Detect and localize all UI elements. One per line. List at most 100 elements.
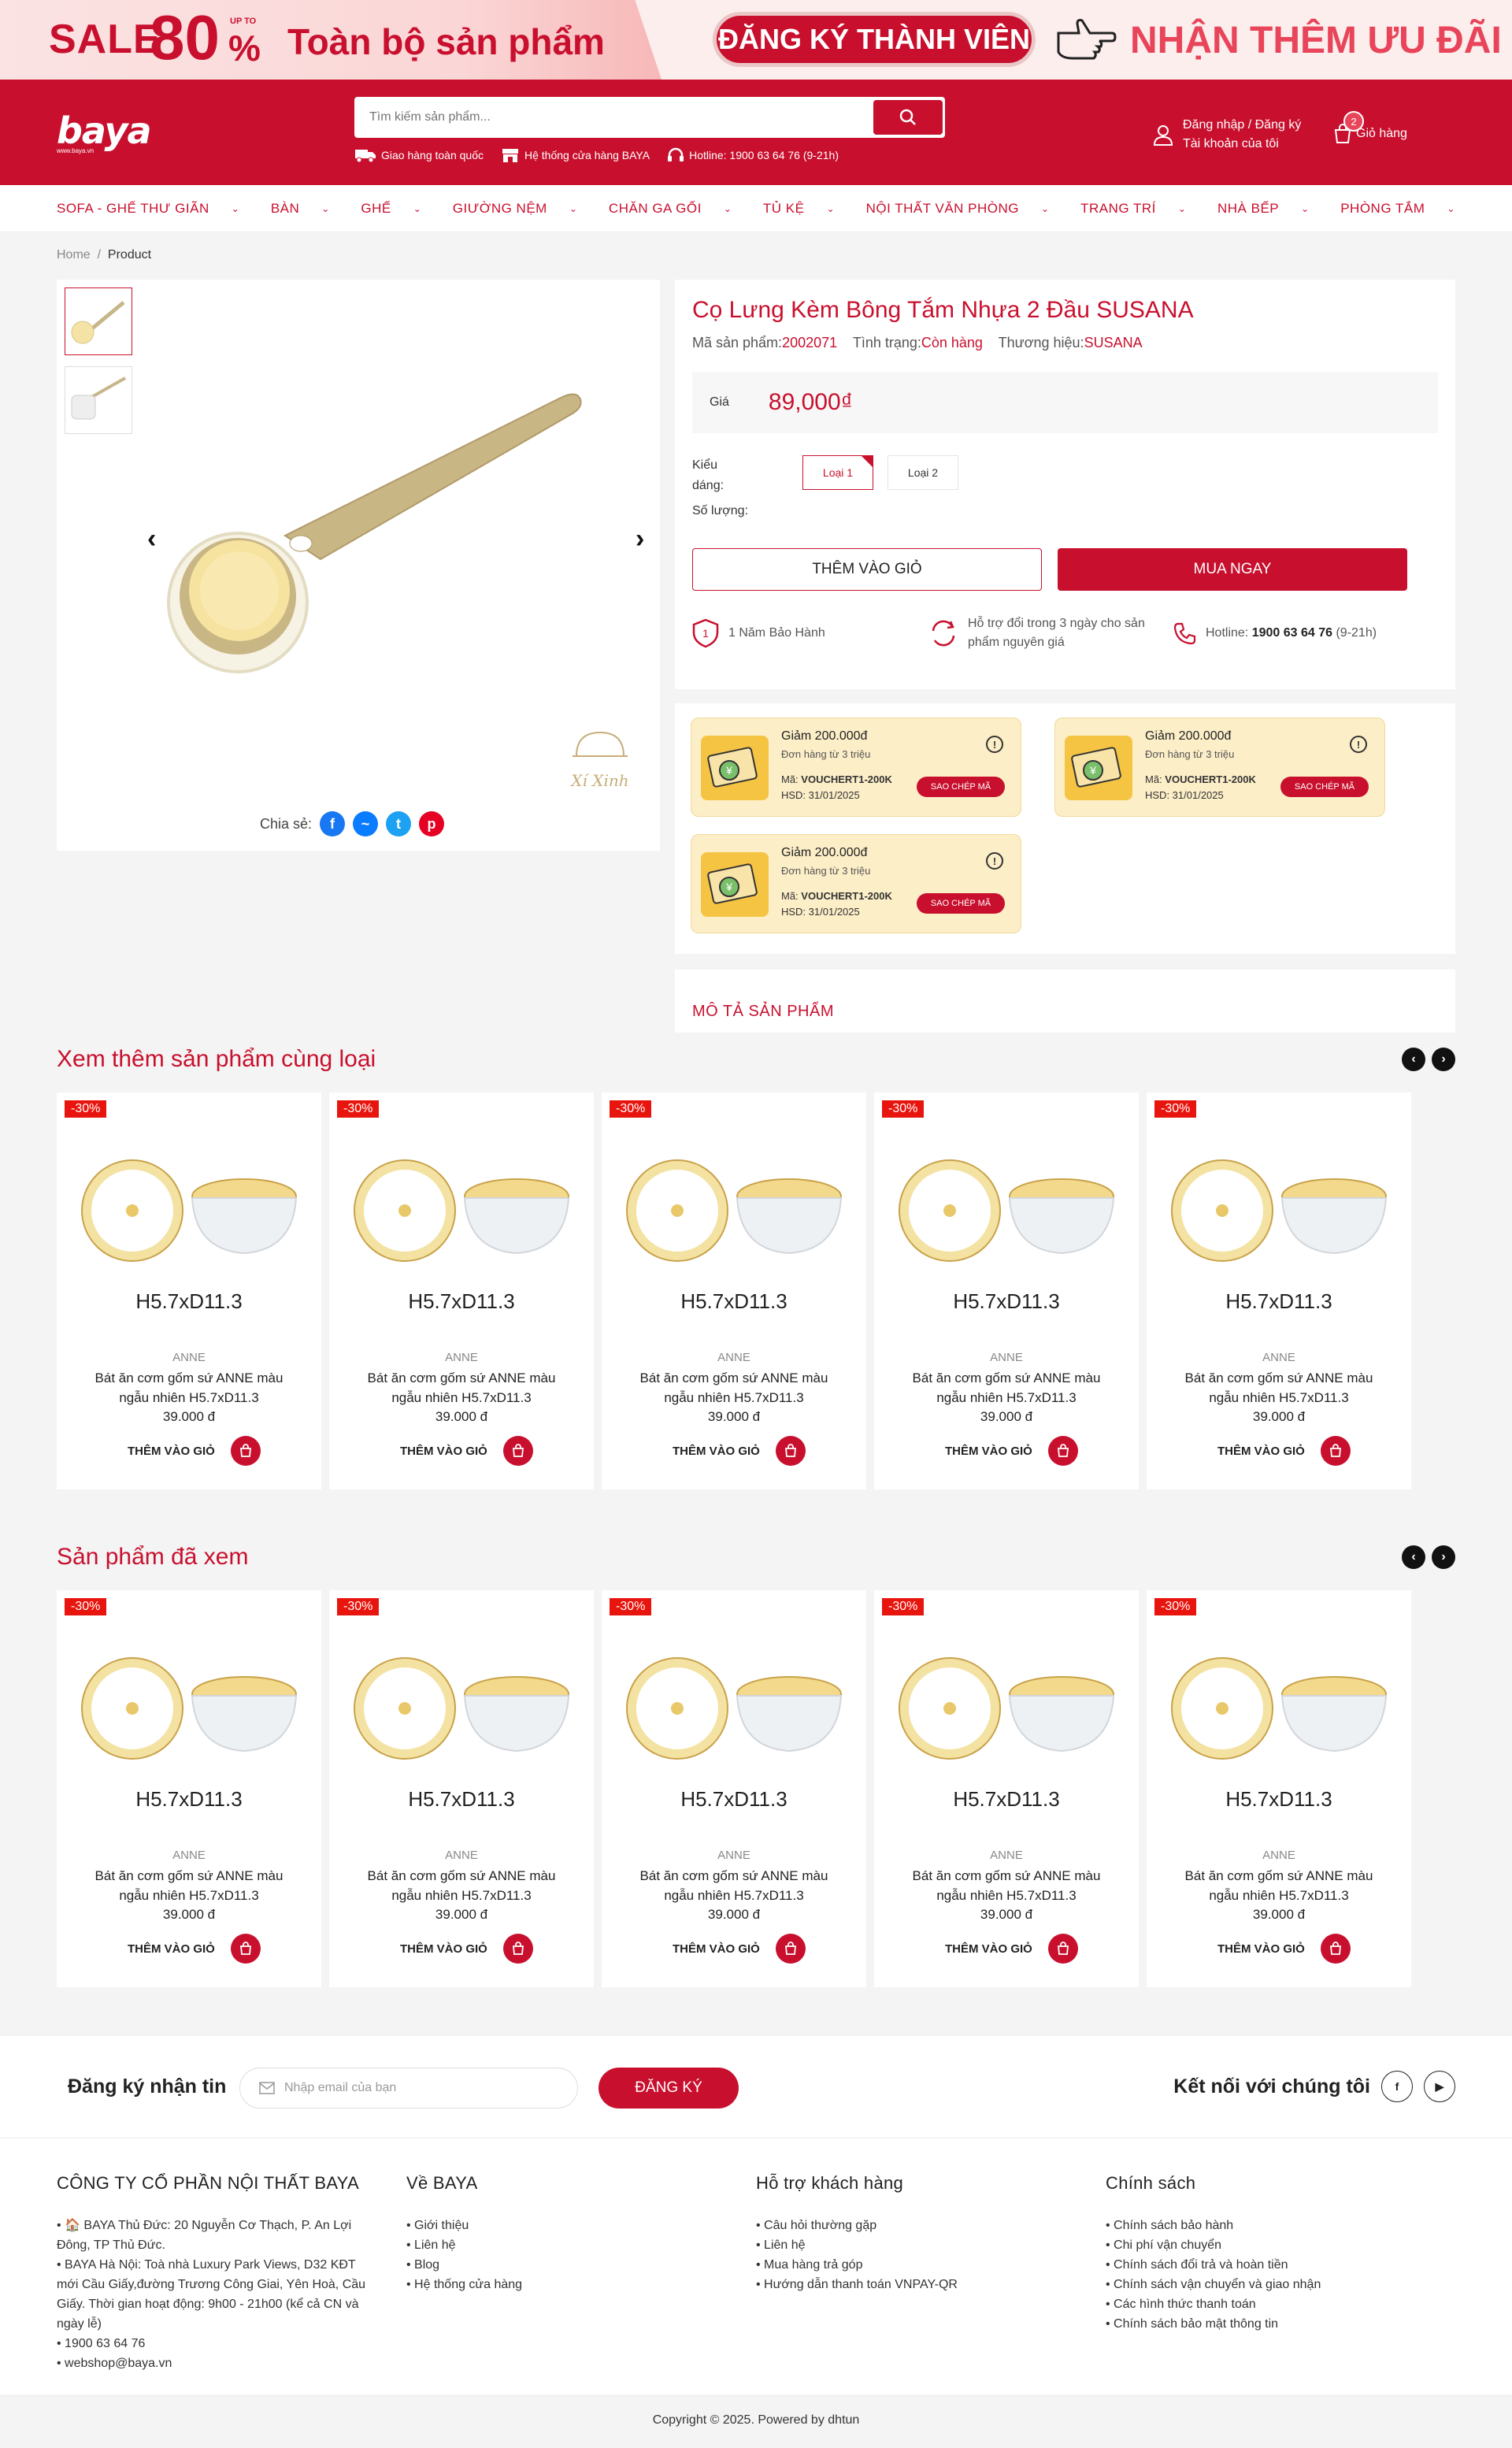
- twitter-icon[interactable]: t: [386, 811, 412, 836]
- add-to-cart-button[interactable]: THÊM VÀO GIỎ: [128, 1436, 261, 1466]
- description-tab[interactable]: MÔ TẢ SẢN PHẨM: [675, 970, 1455, 1033]
- product-name[interactable]: Bát ăn cơm gốm sứ ANNE màu ngẫu nhiên H5…: [361, 1866, 562, 1905]
- product-card[interactable]: -30% H5.7xD11.3 ANNE Bát ăn cơm gốm sứ ANNE…: [1147, 1092, 1411, 1489]
- product-image[interactable]: [353, 1155, 570, 1266]
- nav-item-chan-ga-goi[interactable]: CHĂN GA GỐI ⌄: [609, 201, 732, 217]
- footer-link[interactable]: • Liên hệ: [406, 2235, 756, 2255]
- nav-item-noi-that-van-phong[interactable]: NỘI THẤT VĂN PHÒNG ⌄: [866, 201, 1050, 217]
- footer-link[interactable]: • Câu hỏi thường gặp: [756, 2216, 1106, 2235]
- next-arrow-icon[interactable]: ›: [1432, 1545, 1455, 1569]
- product-name[interactable]: Bát ăn cơm gốm sứ ANNE màu ngẫu nhiên H5…: [906, 1368, 1107, 1408]
- messenger-icon[interactable]: ~: [353, 811, 379, 836]
- baya-logo[interactable]: baya www.baya.vn: [57, 109, 152, 155]
- nav-item-nha-bep[interactable]: NHÀ BẾP ⌄: [1217, 201, 1310, 217]
- facebook-icon[interactable]: f: [1381, 2071, 1413, 2102]
- product-name[interactable]: Bát ăn cơm gốm sứ ANNE màu ngẫu nhiên H5…: [633, 1368, 835, 1408]
- gallery-thumbnail[interactable]: [65, 366, 132, 434]
- product-card[interactable]: -30% H5.7xD11.3 ANNE Bát ăn cơm gốm sứ ANNE…: [57, 1590, 321, 1987]
- nav-item-phong-tam[interactable]: PHÒNG TẮM ⌄: [1340, 201, 1455, 217]
- facebook-icon[interactable]: f: [320, 811, 346, 836]
- gallery-thumbnail[interactable]: [65, 287, 132, 355]
- prev-arrow-icon[interactable]: ‹: [1402, 1545, 1425, 1569]
- product-image[interactable]: [1170, 1653, 1388, 1764]
- perk-hotline-number[interactable]: 1900 63 64 76: [1252, 626, 1332, 640]
- footer-email[interactable]: • webshop@baya.vn: [57, 2353, 375, 2373]
- copy-code-button[interactable]: SAO CHÉP MÃ: [1280, 777, 1369, 797]
- footer-phone[interactable]: • 1900 63 64 76: [57, 2334, 375, 2353]
- add-to-cart-button[interactable]: THÊM VÀO GIỎ: [673, 1436, 806, 1466]
- search-button[interactable]: [873, 100, 943, 135]
- nav-item-ghe[interactable]: GHẾ ⌄: [361, 201, 421, 217]
- variant-option-2[interactable]: Loại 2: [888, 455, 958, 490]
- add-to-cart-button[interactable]: THÊM VÀO GIỎ: [673, 1934, 806, 1964]
- add-to-cart-button[interactable]: THÊM VÀO GIỎ: [128, 1934, 261, 1964]
- product-card[interactable]: -30% H5.7xD11.3 ANNE Bát ăn cơm gốm sứ ANNE…: [1147, 1590, 1411, 1987]
- nav-item-trang-tri[interactable]: TRANG TRÍ ⌄: [1080, 201, 1186, 217]
- product-image[interactable]: [80, 1653, 298, 1764]
- nav-item-ban[interactable]: BÀN ⌄: [271, 201, 330, 217]
- product-card[interactable]: -30% H5.7xD11.3 ANNE Bát ăn cơm gốm sứ ANNE…: [602, 1590, 866, 1987]
- footer-link[interactable]: • Chính sách bảo hành: [1106, 2216, 1455, 2235]
- footer-link[interactable]: • Chính sách bảo mật thông tin: [1106, 2314, 1455, 2334]
- footer-link[interactable]: • Blog: [406, 2255, 756, 2275]
- search-input[interactable]: [357, 100, 873, 135]
- footer-link[interactable]: • Hướng dẫn thanh toán VNPAY-QR: [756, 2275, 1106, 2294]
- next-arrow-icon[interactable]: ›: [1432, 1048, 1455, 1071]
- add-to-cart-button[interactable]: THÊM VÀO GIỎ: [400, 1934, 533, 1964]
- footer-link[interactable]: • Chi phí vận chuyển: [1106, 2235, 1455, 2255]
- account-menu[interactable]: Đăng nhập / Đăng ký Tài khoản của tôi: [1151, 116, 1301, 154]
- product-card[interactable]: -30% H5.7xD11.3 ANNE Bát ăn cơm gốm sứ ANNE…: [874, 1590, 1139, 1987]
- product-image[interactable]: [625, 1155, 843, 1266]
- breadcrumb-home[interactable]: Home: [57, 248, 91, 261]
- youtube-icon[interactable]: ▶: [1424, 2071, 1455, 2102]
- footer-link[interactable]: • Các hình thức thanh toán: [1106, 2294, 1455, 2314]
- pinterest-icon[interactable]: p: [419, 811, 445, 836]
- copy-code-button[interactable]: SAO CHÉP MÃ: [917, 893, 1005, 914]
- product-name[interactable]: Bát ăn cơm gốm sứ ANNE màu ngẫu nhiên H5…: [1178, 1866, 1380, 1905]
- add-to-cart-button[interactable]: THÊM VÀO GIỎ: [945, 1436, 1078, 1466]
- product-image[interactable]: [1170, 1155, 1388, 1266]
- add-to-cart-button[interactable]: THÊM VÀO GIỎ: [400, 1436, 533, 1466]
- copy-code-button[interactable]: SAO CHÉP MÃ: [917, 777, 1005, 797]
- footer-link[interactable]: • Chính sách đổi trả và hoàn tiền: [1106, 2255, 1455, 2275]
- product-name[interactable]: Bát ăn cơm gốm sứ ANNE màu ngẫu nhiên H5…: [361, 1368, 562, 1408]
- add-to-cart-button[interactable]: THÊM VÀO GIỎ: [1217, 1436, 1351, 1466]
- add-to-cart-button[interactable]: THÊM VÀO GIỎ: [1217, 1934, 1351, 1964]
- cart-button[interactable]: 2 Giỏ hàng: [1332, 111, 1407, 144]
- product-card[interactable]: -30% H5.7xD11.3 ANNE Bát ăn cơm gốm sứ ANNE…: [874, 1092, 1139, 1489]
- login-register-link[interactable]: Đăng nhập / Đăng ký: [1183, 116, 1301, 135]
- footer-link[interactable]: • Hệ thống cửa hàng: [406, 2275, 756, 2294]
- footer-link[interactable]: • Mua hàng trả góp: [756, 2255, 1106, 2275]
- info-icon[interactable]: !: [1350, 736, 1367, 753]
- hotline-info[interactable]: Hotline: 1900 63 64 76 (9-21h): [667, 147, 839, 163]
- nav-item-tu-ke[interactable]: TỦ KỆ ⌄: [763, 201, 835, 217]
- gallery-next-arrow[interactable]: ›: [636, 524, 644, 555]
- my-account-link[interactable]: Tài khoản của tôi: [1183, 135, 1301, 154]
- info-icon[interactable]: !: [986, 736, 1003, 753]
- product-name[interactable]: Bát ăn cơm gốm sứ ANNE màu ngẫu nhiên H5…: [88, 1368, 290, 1408]
- product-name[interactable]: Bát ăn cơm gốm sứ ANNE màu ngẫu nhiên H5…: [88, 1866, 290, 1905]
- product-image[interactable]: [898, 1155, 1115, 1266]
- product-name[interactable]: Bát ăn cơm gốm sứ ANNE màu ngẫu nhiên H5…: [906, 1866, 1107, 1905]
- info-icon[interactable]: !: [986, 852, 1003, 870]
- product-card[interactable]: -30% H5.7xD11.3 ANNE Bát ăn cơm gốm sứ ANNE…: [602, 1092, 866, 1489]
- nav-item-giuong-nem[interactable]: GIƯỜNG NỆM ⌄: [453, 201, 578, 217]
- footer-link[interactable]: • Liên hệ: [756, 2235, 1106, 2255]
- product-image[interactable]: [80, 1155, 298, 1266]
- product-name[interactable]: Bát ăn cơm gốm sứ ANNE màu ngẫu nhiên H5…: [633, 1866, 835, 1905]
- buy-now-button[interactable]: MUA NGAY: [1058, 548, 1407, 591]
- add-to-cart-button[interactable]: THÊM VÀO GIỎ: [945, 1934, 1078, 1964]
- newsletter-email-field[interactable]: Nhập email của bạn: [239, 2068, 578, 2109]
- newsletter-subscribe-button[interactable]: ĐĂNG KÝ: [598, 2068, 739, 2109]
- prev-arrow-icon[interactable]: ‹: [1402, 1048, 1425, 1071]
- stores-info[interactable]: Hệ thống cửa hàng BAYA: [501, 147, 650, 163]
- product-name[interactable]: Bát ăn cơm gốm sứ ANNE màu ngẫu nhiên H5…: [1178, 1368, 1380, 1408]
- product-card[interactable]: -30% H5.7xD11.3 ANNE Bát ăn cơm gốm sứ ANNE…: [329, 1092, 594, 1489]
- register-member-button[interactable]: ĐĂNG KÝ THÀNH VIÊN: [713, 12, 1036, 67]
- footer-link[interactable]: • Giới thiệu: [406, 2216, 756, 2235]
- brand-value[interactable]: SUSANA: [1084, 335, 1143, 351]
- product-image[interactable]: [898, 1653, 1115, 1764]
- product-card[interactable]: -30% H5.7xD11.3 ANNE Bát ăn cơm gốm sứ ANNE…: [57, 1092, 321, 1489]
- variant-option-1[interactable]: Loại 1: [802, 455, 873, 490]
- shipping-info[interactable]: Giao hàng toàn quốc: [354, 147, 484, 163]
